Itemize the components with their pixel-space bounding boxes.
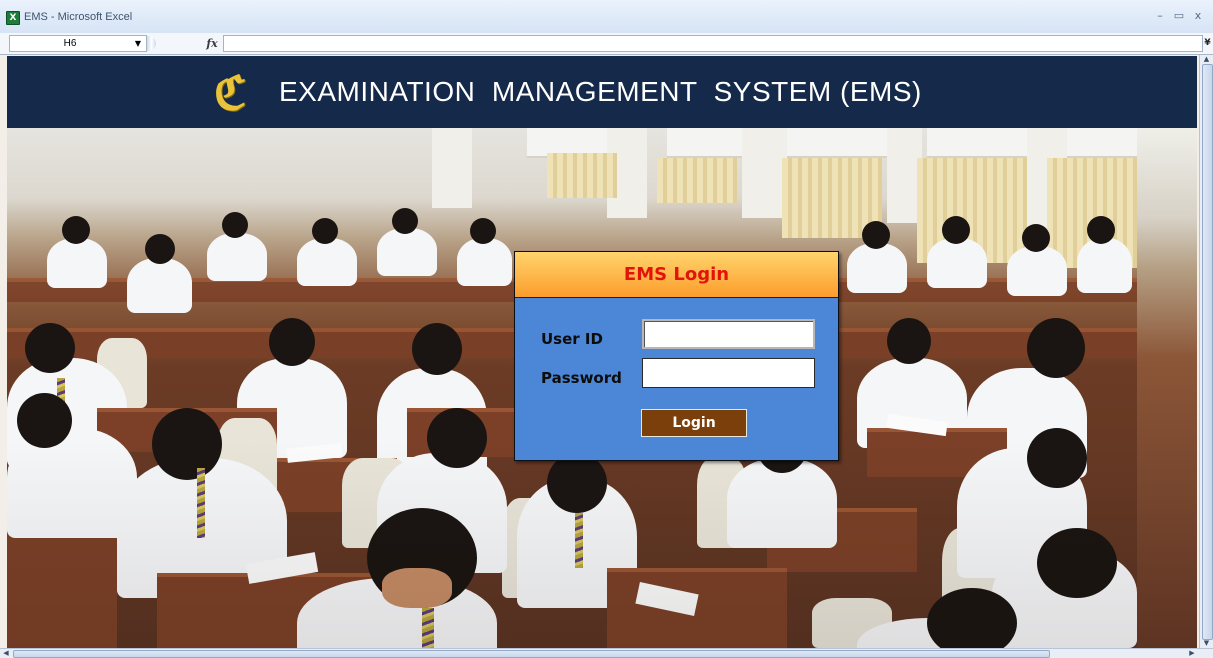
ems-logo-icon: ℭ (213, 66, 247, 120)
restore-button[interactable]: ▭ (1171, 9, 1187, 23)
formula-input[interactable] (223, 35, 1203, 52)
user-id-field[interactable] (642, 319, 815, 349)
excel-app-icon[interactable]: X (6, 11, 20, 25)
scroll-left-icon[interactable]: ◀ (2, 649, 10, 657)
scroll-up-icon[interactable]: ▲ (1202, 55, 1211, 63)
window-title: EMS - Microsoft Excel (24, 11, 133, 23)
login-dialog: EMS Login User ID Password Login (514, 251, 839, 461)
login-title: EMS Login (623, 264, 730, 285)
scroll-down-icon[interactable]: ▼ (1202, 639, 1211, 647)
scroll-right-icon[interactable]: ▶ (1188, 649, 1196, 657)
vertical-scroll-thumb[interactable] (1202, 64, 1213, 640)
formula-bar-divider[interactable] (147, 36, 156, 51)
formula-bar: H6 ▼ fx ¥ (0, 33, 1213, 55)
name-box[interactable]: H6 ▼ (9, 35, 147, 52)
chevron-down-icon[interactable]: ▼ (132, 36, 144, 51)
worksheet[interactable]: ℭ EXAMINATION MANAGEMENT SYSTEM (EMS) EM… (0, 55, 1199, 648)
name-box-value: H6 (63, 38, 77, 49)
user-id-label: User ID (541, 330, 603, 348)
password-field[interactable] (642, 358, 815, 388)
insert-function-icon[interactable]: fx (205, 36, 219, 51)
title-bar: X EMS - Microsoft Excel – ▭ x (0, 0, 1213, 33)
login-button[interactable]: Login (641, 409, 747, 437)
password-label: Password (541, 369, 622, 387)
vertical-scrollbar[interactable]: ▲ ▼ (1199, 55, 1213, 648)
header-title: EXAMINATION MANAGEMENT SYSTEM (EMS) (279, 76, 922, 107)
ems-header-banner: ℭ EXAMINATION MANAGEMENT SYSTEM (EMS) (7, 56, 1197, 128)
minimize-button[interactable]: – (1152, 9, 1168, 23)
photo-edge (1137, 128, 1197, 648)
close-button[interactable]: x (1190, 9, 1206, 23)
login-header: EMS Login (515, 252, 838, 298)
expand-formula-bar-icon[interactable]: ¥ (1203, 36, 1212, 51)
